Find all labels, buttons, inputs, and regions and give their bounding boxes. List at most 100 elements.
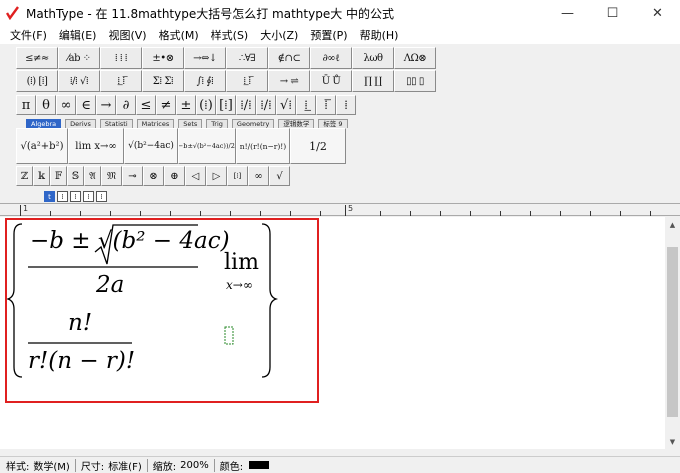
products-template-button[interactable]: Ū Ů	[310, 70, 352, 92]
menu-size[interactable]: 大小(Z)	[254, 27, 304, 43]
template-hypotenuse[interactable]: √(a²+b²)	[16, 128, 68, 164]
fraction-button[interactable]: ⁞/⁞	[236, 95, 256, 115]
user-symbol-11[interactable]: ▷	[206, 166, 227, 186]
embellishments-palette-button[interactable]: ⁞ ⁞ ⁞	[100, 47, 142, 69]
close-button[interactable]: ✕	[635, 0, 680, 26]
scroll-thumb[interactable]	[667, 247, 678, 417]
menu-edit[interactable]: 编辑(E)	[53, 27, 103, 43]
infinity-button[interactable]: ∞	[56, 95, 76, 115]
template-limit[interactable]: lim x→∞	[68, 128, 124, 164]
menu-view[interactable]: 视图(V)	[102, 27, 152, 43]
user-symbol-14[interactable]: √	[269, 166, 290, 186]
color-label: 颜色:	[219, 461, 244, 473]
text-style-button[interactable]: t	[44, 191, 55, 202]
template-quadratic[interactable]: (−b±√(b²−4ac))/2a	[178, 128, 236, 164]
tab-algebra[interactable]: Algebra	[26, 119, 62, 128]
underbar-template-button[interactable]: ⁞̲ ⁞̅	[226, 70, 268, 92]
right-arrow-button[interactable]: →	[96, 95, 116, 115]
size-label: 尺寸:	[80, 461, 105, 473]
tab-9[interactable]: 标签 9	[318, 119, 348, 128]
maximize-button[interactable]: ☐	[590, 0, 635, 26]
menu-file[interactable]: 文件(F)	[4, 27, 53, 43]
tab-sets[interactable]: Sets	[178, 119, 203, 128]
user-symbol-10[interactable]: ◁	[185, 166, 206, 186]
menu-help[interactable]: 帮助(H)	[354, 27, 405, 43]
user-symbol-4[interactable]: 𝕊	[67, 166, 84, 186]
sets-palette-button[interactable]: ∉∩⊂	[268, 47, 310, 69]
box-template-button[interactable]: ▯▯ ▯	[394, 70, 436, 92]
ruler-label-5: 5	[348, 204, 354, 213]
style-label: 样式:	[6, 461, 30, 473]
menu-preferences[interactable]: 预置(P)	[304, 27, 353, 43]
mathtype-logo-icon	[6, 6, 20, 20]
pi-button[interactable]: π	[16, 95, 36, 115]
user-symbol-2[interactable]: 𝕜	[33, 166, 50, 186]
menu-style[interactable]: 样式(S)	[205, 27, 255, 43]
relations-palette-button[interactable]: ≤≠≈	[16, 47, 58, 69]
spaces-palette-button[interactable]: ⁄ab ⁘	[58, 47, 100, 69]
ruler[interactable]: 1 5	[0, 203, 680, 216]
tab-geometry[interactable]: Geometry	[231, 119, 275, 128]
user-symbol-13[interactable]: ∞	[248, 166, 269, 186]
title-bar: MathType - 在 11.8mathtype大括号怎么打 mathtype…	[0, 0, 680, 26]
status-bar: 样式: 数学(M) 尺寸: 标准(F) 缩放: 200% 颜色:	[0, 456, 680, 473]
integral-template-button[interactable]: ∫⁞ ∮⁞	[184, 70, 226, 92]
tab-statistics[interactable]: Statisti	[99, 119, 133, 128]
window-title: MathType - 在 11.8mathtype大括号怎么打 mathtype…	[26, 6, 395, 21]
not-equal-button[interactable]: ≠	[156, 95, 176, 115]
parentheses-button[interactable]: (⁞)	[196, 95, 216, 115]
scroll-up-icon[interactable]: ▲	[665, 217, 680, 232]
labeled-arrow-template-button[interactable]: → ⇌	[268, 70, 310, 92]
user-symbol-6[interactable]: 𝔐	[101, 166, 122, 186]
sqrt-button[interactable]: √⁞	[276, 95, 296, 115]
align-button-3[interactable]: ⁞	[83, 191, 94, 202]
template-discriminant[interactable]: √(b²−4ac)	[124, 128, 178, 164]
vertical-scrollbar[interactable]: ▲ ▼	[665, 217, 680, 449]
arrows-palette-button[interactable]: →⇔↓	[184, 47, 226, 69]
user-symbol-9[interactable]: ⊕	[164, 166, 185, 186]
menu-format[interactable]: 格式(M)	[153, 27, 205, 43]
align-button-1[interactable]: ⁞	[57, 191, 68, 202]
greek-upper-palette-button[interactable]: ΛΩ⊗	[394, 47, 436, 69]
scroll-down-icon[interactable]: ▼	[665, 434, 680, 449]
element-of-button[interactable]: ∈	[76, 95, 96, 115]
small-symbol-bar: π θ ∞ ∈ → ∂ ≤ ≠ ± (⁞) [⁞] ⁞/⁞ ⁞/⁞ √⁞ ⁞̲ …	[16, 95, 356, 115]
subscript-template-button[interactable]: ⁞̲ ⁞̅	[100, 70, 142, 92]
summation-template-button[interactable]: Σ⁞ Σ⁞	[142, 70, 184, 92]
brackets-button[interactable]: [⁞]	[216, 95, 236, 115]
slot-button[interactable]: ⁞	[336, 95, 356, 115]
template-combination[interactable]: n!/(r!(n−r)!)	[236, 128, 290, 164]
theta-button[interactable]: θ	[36, 95, 56, 115]
subscript-button[interactable]: ⁞̲	[296, 95, 316, 115]
align-button-4[interactable]: ⁞	[96, 191, 107, 202]
slash-fraction-button[interactable]: ⁞/⁞	[256, 95, 276, 115]
size-value: 标准(F)	[108, 461, 142, 473]
fence-template-button[interactable]: (⁞) [⁞]	[16, 70, 58, 92]
user-symbol-12[interactable]: [⁞]	[227, 166, 248, 186]
greek-lower-palette-button[interactable]: λωθ	[352, 47, 394, 69]
symbol-toolbar: ≤≠≈ ⁄ab ⁘ ⁞ ⁞ ⁞ ±•⊗ →⇔↓ ∴∀∃ ∉∩⊂ ∂∞ℓ λωθ …	[0, 45, 680, 190]
align-button-2[interactable]: ⁞	[70, 191, 81, 202]
tab-logic[interactable]: 逻辑数学	[278, 119, 315, 128]
zoom-value: 200%	[180, 459, 209, 471]
matrix-template-button[interactable]: ∏ ∐	[352, 70, 394, 92]
symbol-palette-row-1: ≤≠≈ ⁄ab ⁘ ⁞ ⁞ ⁞ ±•⊗ →⇔↓ ∴∀∃ ∉∩⊂ ∂∞ℓ λωθ …	[16, 47, 436, 69]
template-half[interactable]: 1/2	[290, 128, 346, 164]
tab-trig[interactable]: Trig	[206, 119, 228, 128]
user-symbol-1[interactable]: ℤ	[16, 166, 33, 186]
less-equal-button[interactable]: ≤	[136, 95, 156, 115]
logic-palette-button[interactable]: ∴∀∃	[226, 47, 268, 69]
user-symbol-3[interactable]: 𝔽	[50, 166, 67, 186]
fraction-radical-template-button[interactable]: ⁞/⁞ √⁞	[58, 70, 100, 92]
minimize-button[interactable]: —	[545, 0, 590, 26]
user-symbol-7[interactable]: ⊸	[122, 166, 143, 186]
user-symbol-8[interactable]: ⊗	[143, 166, 164, 186]
user-symbol-5[interactable]: 𝔄	[84, 166, 101, 186]
tab-derivs[interactable]: Derivs	[65, 119, 96, 128]
plus-minus-button[interactable]: ±	[176, 95, 196, 115]
operators-palette-button[interactable]: ±•⊗	[142, 47, 184, 69]
tab-matrices[interactable]: Matrices	[136, 119, 175, 128]
partial-button[interactable]: ∂	[116, 95, 136, 115]
superscript-button[interactable]: ⁞̅	[316, 95, 336, 115]
misc-symbols-palette-button[interactable]: ∂∞ℓ	[310, 47, 352, 69]
